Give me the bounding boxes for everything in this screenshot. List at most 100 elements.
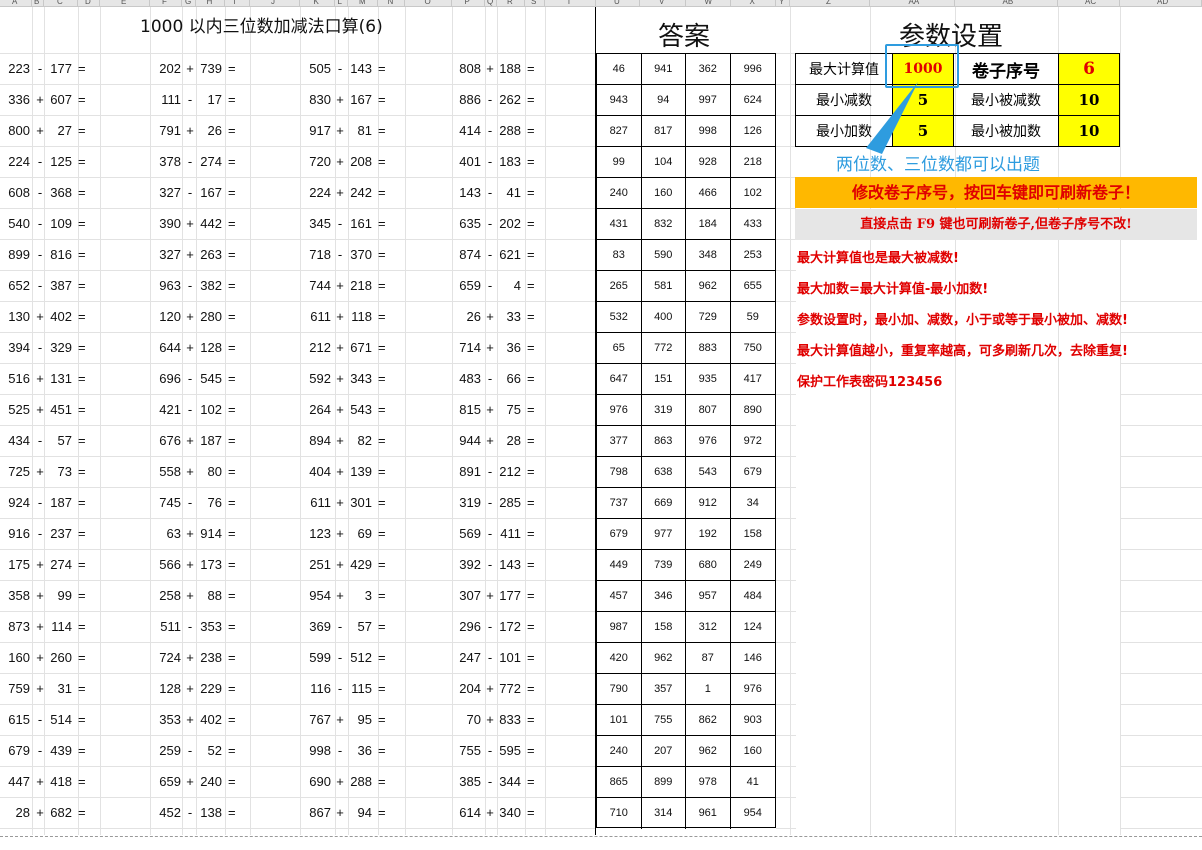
- problem-operand[interactable]: 229: [196, 673, 222, 704]
- problem-operand[interactable]: 94: [348, 797, 372, 828]
- answer-cell[interactable]: 218: [730, 147, 775, 178]
- problem-operator[interactable]: +: [336, 270, 344, 301]
- problem-operand[interactable]: 369: [300, 611, 331, 642]
- problem-operand[interactable]: 611: [300, 301, 331, 332]
- problem-operator[interactable]: +: [36, 580, 44, 611]
- column-header[interactable]: L: [335, 0, 348, 7]
- answer-cell[interactable]: 348: [686, 240, 731, 271]
- problem-operand[interactable]: 4: [497, 270, 521, 301]
- problem-operator[interactable]: +: [486, 332, 494, 363]
- problem-operand[interactable]: 224: [300, 177, 331, 208]
- problem-operand[interactable]: 390: [150, 208, 181, 239]
- problem-operand[interactable]: 382: [196, 270, 222, 301]
- problem-operand[interactable]: 411: [497, 518, 521, 549]
- answer-cell[interactable]: 457: [597, 581, 642, 612]
- problem-operator[interactable]: -: [486, 177, 494, 208]
- problem-operator[interactable]: +: [186, 332, 194, 363]
- problem-operand[interactable]: 240: [196, 766, 222, 797]
- problem-operand[interactable]: 558: [150, 456, 181, 487]
- problem-operand[interactable]: 173: [196, 549, 222, 580]
- problem-operand[interactable]: 671: [348, 332, 372, 363]
- problem-equals[interactable]: =: [378, 642, 388, 673]
- problem-operand[interactable]: 175: [2, 549, 30, 580]
- answer-cell[interactable]: 750: [730, 333, 775, 364]
- problem-operator[interactable]: -: [486, 146, 494, 177]
- problem-equals[interactable]: =: [527, 301, 537, 332]
- problem-operand[interactable]: 237: [44, 518, 72, 549]
- problem-operator[interactable]: -: [486, 363, 494, 394]
- problem-equals[interactable]: =: [78, 425, 88, 456]
- problem-operand[interactable]: 607: [44, 84, 72, 115]
- problem-operator[interactable]: -: [36, 270, 44, 301]
- problem-operator[interactable]: -: [36, 332, 44, 363]
- problem-operand[interactable]: 867: [300, 797, 331, 828]
- answer-cell[interactable]: 362: [686, 54, 731, 85]
- problem-operand[interactable]: 924: [2, 487, 30, 518]
- problem-operator[interactable]: -: [36, 518, 44, 549]
- answer-cell[interactable]: 954: [731, 798, 776, 829]
- problem-operand[interactable]: 82: [348, 425, 372, 456]
- problem-operand[interactable]: 17: [196, 84, 222, 115]
- answer-cell[interactable]: 827: [597, 116, 642, 147]
- problem-operand[interactable]: 118: [348, 301, 372, 332]
- column-header[interactable]: AB: [955, 0, 1058, 7]
- problem-operand[interactable]: 720: [300, 146, 331, 177]
- min-augend-value-cell[interactable]: 10: [1058, 115, 1120, 147]
- column-header[interactable]: I: [225, 0, 250, 7]
- problem-operand[interactable]: 73: [44, 456, 72, 487]
- problem-operand[interactable]: 259: [150, 735, 181, 766]
- answer-cell[interactable]: 207: [641, 736, 686, 767]
- answer-cell[interactable]: 466: [686, 178, 731, 209]
- answer-cell[interactable]: 146: [730, 643, 775, 674]
- problem-equals[interactable]: =: [527, 146, 537, 177]
- problem-equals[interactable]: =: [378, 53, 388, 84]
- problem-operand[interactable]: 401: [452, 146, 481, 177]
- problem-equals[interactable]: =: [378, 177, 388, 208]
- problem-operand[interactable]: 102: [196, 394, 222, 425]
- problem-operand[interactable]: 659: [150, 766, 181, 797]
- answer-cell[interactable]: 962: [686, 271, 731, 302]
- answer-cell[interactable]: 655: [730, 271, 775, 302]
- problem-equals[interactable]: =: [378, 518, 388, 549]
- problem-operand[interactable]: 130: [2, 301, 30, 332]
- column-header[interactable]: S: [525, 0, 545, 7]
- problem-operand[interactable]: 81: [348, 115, 372, 146]
- problem-operator[interactable]: +: [486, 673, 494, 704]
- problem-operand[interactable]: 187: [44, 487, 72, 518]
- problem-equals[interactable]: =: [527, 797, 537, 828]
- answer-cell[interactable]: 624: [730, 85, 775, 116]
- problem-operand[interactable]: 123: [300, 518, 331, 549]
- problem-operand[interactable]: 66: [497, 363, 521, 394]
- problem-operand[interactable]: 833: [497, 704, 521, 735]
- problem-equals[interactable]: =: [228, 363, 238, 394]
- problem-operand[interactable]: 111: [150, 84, 181, 115]
- problem-operand[interactable]: 621: [497, 239, 521, 270]
- problem-equals[interactable]: =: [527, 425, 537, 456]
- problem-operand[interactable]: 370: [348, 239, 372, 270]
- problem-operand[interactable]: 914: [196, 518, 222, 549]
- problem-operand[interactable]: 88: [196, 580, 222, 611]
- answer-cell[interactable]: 832: [641, 209, 686, 240]
- problem-operand[interactable]: 27: [44, 115, 72, 146]
- problem-equals[interactable]: =: [228, 580, 238, 611]
- problem-equals[interactable]: =: [378, 611, 388, 642]
- answer-cell[interactable]: 669: [641, 488, 686, 519]
- problem-operator[interactable]: +: [36, 363, 44, 394]
- problem-equals[interactable]: =: [78, 53, 88, 84]
- problem-operand[interactable]: 26: [452, 301, 481, 332]
- problem-equals[interactable]: =: [527, 487, 537, 518]
- column-header[interactable]: V: [640, 0, 686, 7]
- problem-equals[interactable]: =: [228, 146, 238, 177]
- answer-cell[interactable]: 65: [597, 333, 642, 364]
- problem-operand[interactable]: 344: [497, 766, 521, 797]
- problem-equals[interactable]: =: [78, 611, 88, 642]
- problem-operand[interactable]: 514: [44, 704, 72, 735]
- answer-cell[interactable]: 807: [686, 395, 731, 426]
- problem-operator[interactable]: +: [36, 84, 44, 115]
- column-header[interactable]: E: [100, 0, 150, 7]
- problem-operand[interactable]: 70: [452, 704, 481, 735]
- answer-cell[interactable]: 41: [730, 767, 775, 798]
- problem-equals[interactable]: =: [527, 394, 537, 425]
- problem-operand[interactable]: 75: [497, 394, 521, 425]
- problem-equals[interactable]: =: [378, 301, 388, 332]
